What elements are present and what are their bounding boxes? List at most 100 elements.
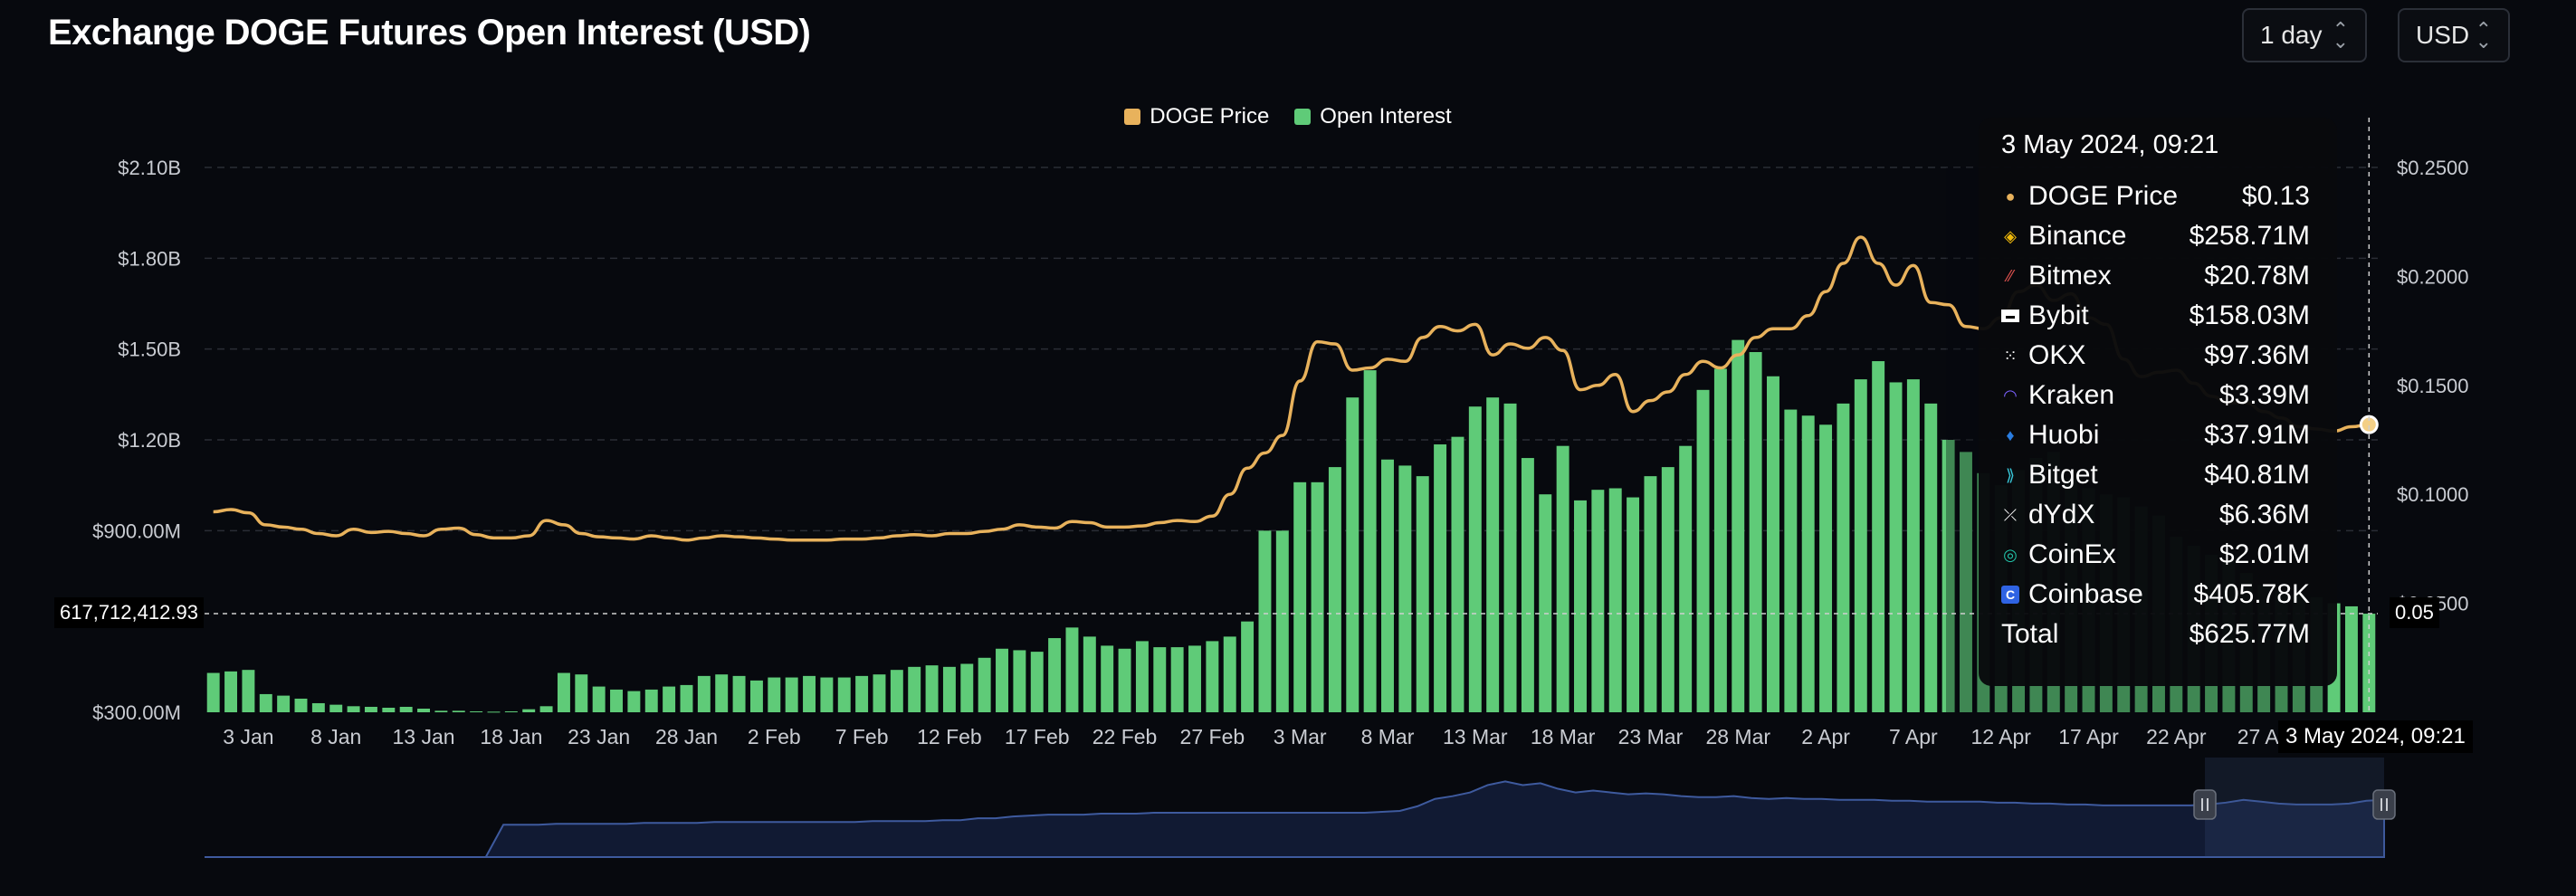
x-axis-tick-label: 22 Apr	[2146, 725, 2207, 748]
open-interest-bar	[1837, 403, 1850, 712]
navigator-left-handle[interactable]	[2193, 789, 2217, 820]
huobi-icon: ♦	[2006, 425, 2015, 444]
open-interest-bar	[1696, 389, 1710, 712]
open-interest-bar	[1381, 459, 1394, 712]
open-interest-bar	[855, 675, 869, 712]
x-axis-tick-label: 7 Apr	[1889, 725, 1938, 748]
x-axis-tick-label: 2 Apr	[1801, 725, 1850, 748]
navigator-right-handle[interactable]	[2372, 789, 2396, 820]
open-interest-bar	[1924, 403, 1938, 712]
open-interest-bar	[610, 689, 623, 712]
open-interest-bar	[382, 707, 396, 712]
navigator-selection	[2205, 758, 2384, 857]
open-interest-bar	[347, 706, 360, 712]
tooltip-row: ◠ Kraken $3.39M	[2001, 376, 2310, 415]
open-interest-bar	[1346, 397, 1360, 712]
open-interest-bar	[242, 670, 255, 712]
open-interest-bar	[1556, 445, 1569, 712]
crosshair-date-label: 3 May 2024, 09:21	[2278, 720, 2473, 753]
tooltip-row-value: $20.78M	[2204, 261, 2310, 291]
open-interest-bar	[329, 704, 343, 712]
tooltip-row: ▬ Bybit $158.03M	[2001, 296, 2310, 336]
tooltip-row: C Coinbase $405.78K	[2001, 575, 2310, 615]
open-interest-bar	[925, 665, 939, 712]
tooltip-row-name: Total	[2001, 619, 2059, 649]
tooltip-row-name: Bybit	[2028, 300, 2089, 330]
open-interest-bar	[1591, 490, 1605, 712]
open-interest-bar	[1223, 636, 1236, 712]
open-interest-bar	[1451, 436, 1465, 712]
open-interest-bar	[680, 684, 693, 712]
tooltip-row-value: $258.71M	[2189, 221, 2310, 251]
dydx-icon: ⤫	[2003, 505, 2018, 524]
tooltip-row-value: $6.36M	[2218, 500, 2310, 529]
tooltip-row-name: DOGE Price	[2028, 181, 2179, 211]
open-interest-bar	[206, 672, 220, 712]
left-axis-tick-label: $300.00M	[92, 701, 181, 724]
open-interest-bar	[1170, 647, 1184, 712]
open-interest-bar	[663, 686, 676, 712]
x-axis-tick-label: 28 Mar	[1705, 725, 1770, 748]
open-interest-bar	[908, 666, 921, 712]
bitget-icon: ⟫	[2005, 465, 2015, 484]
open-interest-bar	[1679, 445, 1693, 712]
tooltip-row: ● DOGE Price $0.13	[2001, 176, 2310, 216]
x-axis-tick-label: 8 Jan	[310, 725, 361, 748]
open-interest-bar	[1539, 494, 1552, 712]
open-interest-bar	[1661, 467, 1674, 712]
grip-icon	[2372, 789, 2396, 820]
x-axis-tick-label: 8 Mar	[1361, 725, 1415, 748]
open-interest-bar	[364, 706, 377, 712]
x-axis-tick-label: 18 Jan	[480, 725, 542, 748]
open-interest-bar	[1083, 636, 1096, 712]
tooltip: 3 May 2024, 09:21 ● DOGE Price $0.13 ◈ Binan…	[1979, 118, 2337, 686]
tooltip-row-value: $0.13	[2241, 181, 2310, 211]
coinbase-icon: C	[2001, 586, 2019, 604]
open-interest-bar	[1048, 638, 1062, 712]
crosshair-right-value: 0.05	[2390, 597, 2439, 628]
tooltip-row-value: $3.39M	[2218, 380, 2310, 410]
tooltip-row-name: Bitget	[2028, 460, 2098, 490]
open-interest-bar	[277, 695, 291, 712]
left-axis-tick-label: $1.50B	[118, 338, 181, 361]
open-interest-bar	[452, 710, 465, 712]
open-interest-bar	[978, 657, 991, 712]
open-interest-bar	[557, 672, 570, 712]
x-axis-tick-label: 22 Feb	[1092, 725, 1158, 748]
open-interest-bar	[627, 691, 641, 712]
open-interest-bar	[1135, 641, 1149, 712]
tooltip-row: ⟫ Bitget $40.81M	[2001, 455, 2310, 495]
open-interest-bar	[1872, 361, 1885, 712]
left-axis-ticks: $2.10B $1.80B $1.50B $1.20B $900.00M $300.00M	[92, 157, 181, 724]
open-interest-bar	[1416, 476, 1429, 712]
tooltip-row-value: $97.36M	[2204, 340, 2310, 370]
open-interest-bar	[749, 680, 763, 712]
tooltip-row-value: $625.77M	[2189, 619, 2310, 649]
crosshair-left-value: 617,712,412.93	[54, 597, 204, 628]
x-axis-tick-label: 3 Mar	[1274, 725, 1327, 748]
open-interest-bar	[837, 677, 851, 712]
left-axis-tick-label: $900.00M	[92, 519, 181, 542]
open-interest-bar	[1101, 645, 1114, 712]
open-interest-bar	[1784, 409, 1798, 712]
tooltip-row: ◎ CoinEx $2.01M	[2001, 535, 2310, 575]
open-interest-bar	[1363, 370, 1377, 712]
open-interest-bar	[259, 693, 272, 712]
x-axis-tick-label: 7 Feb	[835, 725, 889, 748]
open-interest-bar	[873, 674, 886, 712]
open-interest-bar	[2344, 605, 2358, 712]
x-axis-tick-label: 13 Jan	[393, 725, 455, 748]
x-axis-tick-label: 18 Mar	[1531, 725, 1596, 748]
open-interest-bar	[1398, 465, 1412, 712]
open-interest-bar	[942, 666, 956, 712]
open-interest-bar	[732, 675, 746, 712]
tooltip-rows: ● DOGE Price $0.13 ◈ Binance $258.71M ⁄⁄ Bitmex…	[2001, 176, 2310, 654]
x-axis-tick-label: 13 Mar	[1443, 725, 1508, 748]
open-interest-bar	[1275, 530, 1289, 712]
kraken-icon: ◠	[2003, 386, 2018, 405]
tooltip-row-name: Kraken	[2028, 380, 2115, 410]
open-interest-bar	[1854, 379, 1867, 712]
tooltip-row: ⤫ dYdX $6.36M	[2001, 495, 2310, 535]
open-interest-bar	[592, 686, 606, 712]
open-interest-bar	[1153, 647, 1167, 712]
